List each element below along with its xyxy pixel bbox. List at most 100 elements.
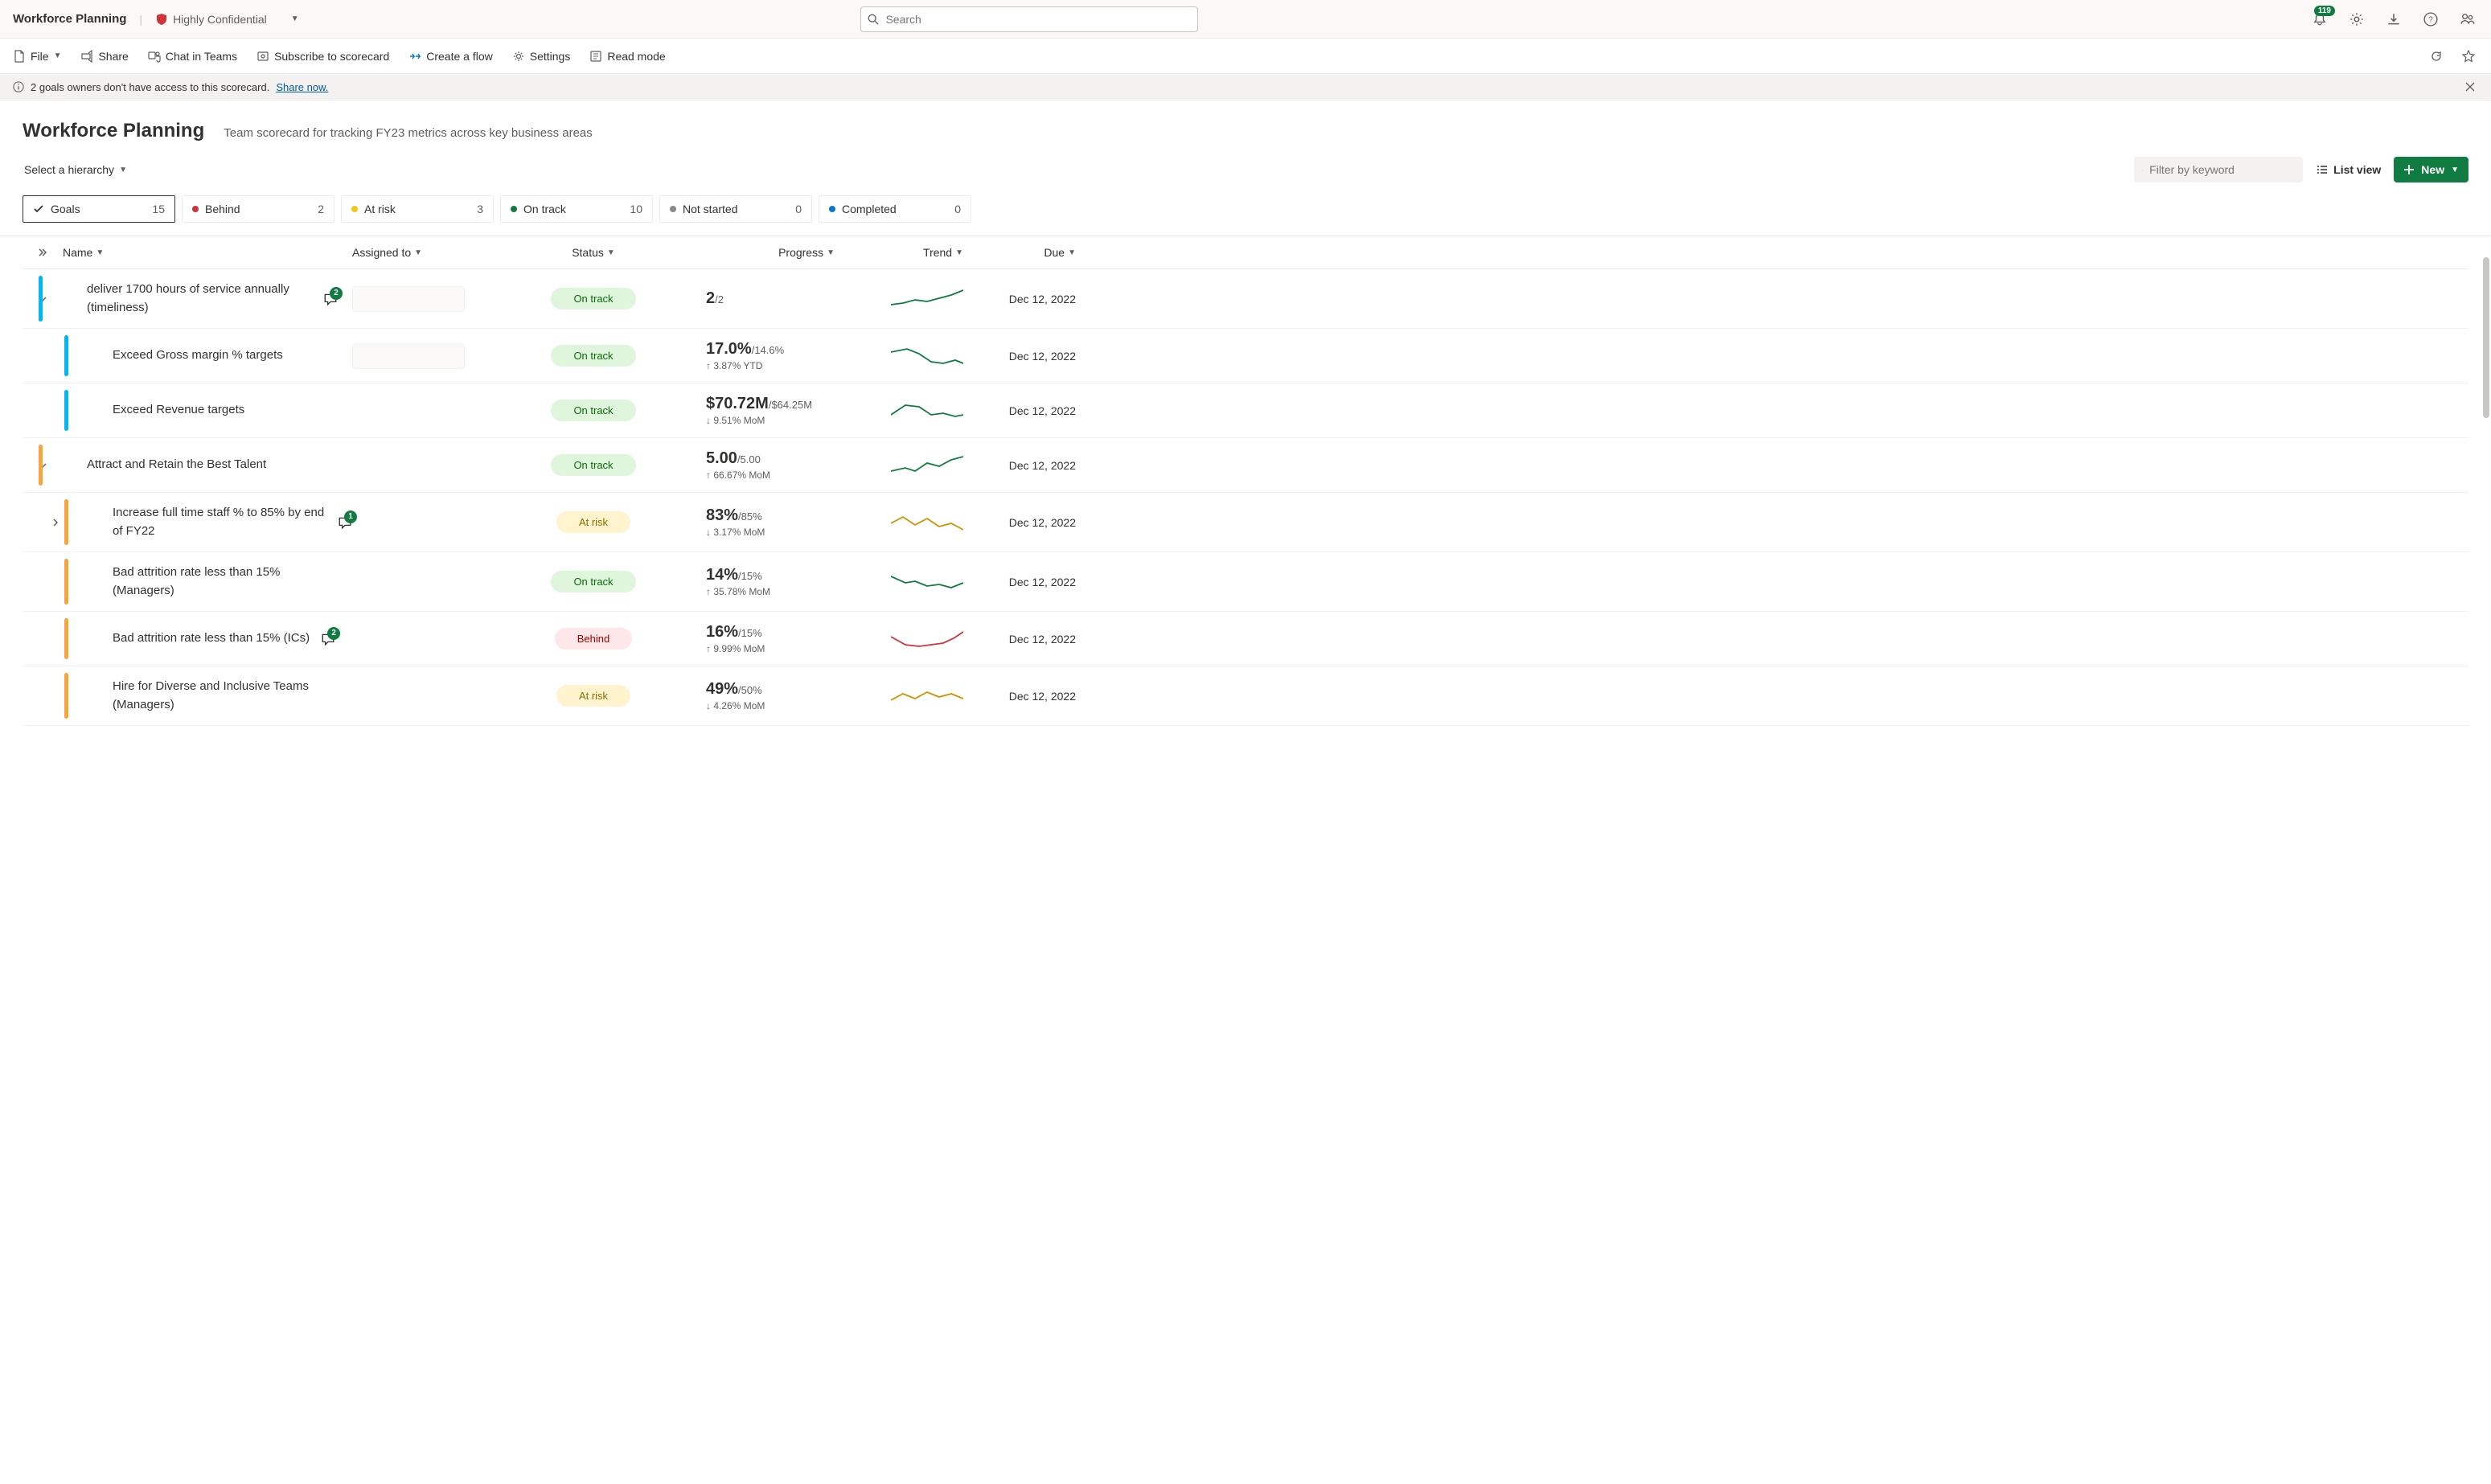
help-button[interactable]: ? [2420,9,2441,30]
status-pill: On track [551,454,635,476]
goal-name: Hire for Diverse and Inclusive Teams (Ma… [113,678,338,714]
svg-text:?: ? [2428,15,2433,24]
status-tile-completed[interactable]: Completed0 [819,195,971,223]
teams-chat-button[interactable]: Chat in Teams [148,50,237,63]
due-date: Dec 12, 2022 [1009,350,1076,363]
progress-delta: ↓ 3.17% MoM [706,527,835,538]
status-pill: On track [551,345,635,367]
download-button[interactable] [2383,9,2404,30]
comment-badge[interactable]: 1 [338,515,352,530]
status-pill: On track [551,571,635,592]
breadcrumb-title[interactable]: Workforce Planning [13,12,126,26]
col-due-header[interactable]: Due▼ [963,246,1076,259]
status-pill: At risk [556,685,630,707]
comment-count: 1 [344,510,357,523]
progress-target: /15% [738,570,762,582]
progress-value: 2 [706,289,715,307]
progress-delta: ↑ 35.78% MoM [706,586,835,597]
col-progress-header[interactable]: Progress▼ [674,246,835,259]
status-tile-at-risk[interactable]: At risk3 [341,195,494,223]
status-tile-on-track[interactable]: On track 10 [500,195,653,223]
goal-row[interactable]: deliver 1700 hours of service annually (… [23,269,2468,329]
share-now-link[interactable]: Share now. [276,81,328,93]
comment-badge[interactable]: 2 [321,632,335,646]
col-name-header[interactable]: Name▼ [63,246,104,259]
sensitivity-dropdown[interactable]: Highly Confidential ▼ [155,13,299,26]
chevron-down-icon: ▼ [827,248,835,257]
hierarchy-dropdown[interactable]: Select a hierarchy ▼ [23,158,129,181]
row-color-bar [64,618,68,659]
goal-row[interactable]: Exceed Gross margin % targetsOn track17.… [23,329,2468,383]
assignee-avatar[interactable] [352,343,465,369]
settings-button[interactable] [2346,9,2367,30]
close-info-button[interactable] [2462,79,2478,95]
search-icon [2142,165,2143,175]
read-mode-button[interactable]: Read mode [589,50,665,63]
status-dot [192,206,199,212]
favorite-button[interactable] [2459,47,2478,66]
subscribe-button[interactable]: Subscribe to scorecard [256,50,389,63]
row-color-bar [39,276,43,322]
create-flow-button[interactable]: Create a flow [408,50,492,63]
status-tile-not-started[interactable]: Not started0 [659,195,812,223]
col-trend-header[interactable]: Trend▼ [835,246,963,259]
progress-delta: ↓ 9.51% MoM [706,415,835,426]
status-tile-goals[interactable]: Goals15 [23,195,175,223]
col-status-header[interactable]: Status▼ [513,246,674,259]
people-button[interactable] [2457,9,2478,30]
progress-target: /50% [738,684,762,696]
comment-badge[interactable]: 2 [323,292,338,306]
status-tile-behind[interactable]: Behind 2 [182,195,334,223]
status-pill: On track [551,288,635,310]
help-icon: ? [2423,12,2438,27]
goal-row[interactable]: Attract and Retain the Best TalentOn tra… [23,438,2468,493]
refresh-button[interactable] [2427,47,2446,66]
list-view-button[interactable]: List view [2316,163,2381,176]
file-menu[interactable]: File ▼ [13,50,61,63]
tile-count: 10 [630,203,642,215]
status-pill: Behind [555,628,632,650]
chevron-down-icon: ▼ [96,248,104,257]
chevron-down-icon: ▼ [414,248,422,257]
row-color-bar [64,499,68,545]
expand-chevron[interactable] [51,518,60,527]
search-box[interactable] [860,6,1198,32]
tile-count: 2 [318,203,324,215]
shield-icon [155,13,168,26]
notification-badge: 119 [2314,6,2335,16]
close-icon [2465,82,2475,92]
scrollbar[interactable] [2483,257,2489,418]
new-button[interactable]: New ▼ [2394,157,2468,182]
progress-target: /$64.25M [769,399,812,411]
trend-sparkline [891,684,963,708]
tile-label: On track [523,203,566,215]
due-date: Dec 12, 2022 [1009,516,1076,529]
comment-count: 2 [327,627,340,640]
filter-input[interactable] [2149,163,2295,176]
trend-sparkline [891,627,963,651]
breadcrumb-separator: | [139,13,142,26]
goal-row[interactable]: Bad attrition rate less than 15% (ICs)2B… [23,612,2468,666]
trend-sparkline [891,287,963,311]
col-assigned-header[interactable]: Assigned to▼ [352,246,513,259]
goal-row[interactable]: Increase full time staff % to 85% by end… [23,493,2468,552]
share-button[interactable]: Share [80,50,128,63]
status-dot [351,206,358,212]
goal-row[interactable]: Bad attrition rate less than 15% (Manage… [23,552,2468,612]
goal-row[interactable]: Hire for Diverse and Inclusive Teams (Ma… [23,666,2468,726]
search-icon [868,14,879,25]
table-header: Name▼ Assigned to▼ Status▼ Progress▼ Tre… [23,236,2468,269]
settings-button-cmd[interactable]: Settings [512,50,571,63]
goal-row[interactable]: Exceed Revenue targetsOn track$70.72M/$6… [23,383,2468,438]
notifications-button[interactable]: 119 [2309,9,2330,30]
teams-icon [148,50,161,63]
gear-icon [512,50,525,63]
assignee-avatar[interactable] [352,286,465,312]
tile-count: 3 [477,203,483,215]
due-date: Dec 12, 2022 [1009,576,1076,588]
header-section: Workforce Planning Team scorecard for tr… [0,100,2491,182]
expand-all-icon[interactable] [38,248,47,257]
search-input[interactable] [885,13,1191,26]
tile-label: Behind [205,203,240,215]
filter-input-wrap[interactable] [2134,157,2303,182]
